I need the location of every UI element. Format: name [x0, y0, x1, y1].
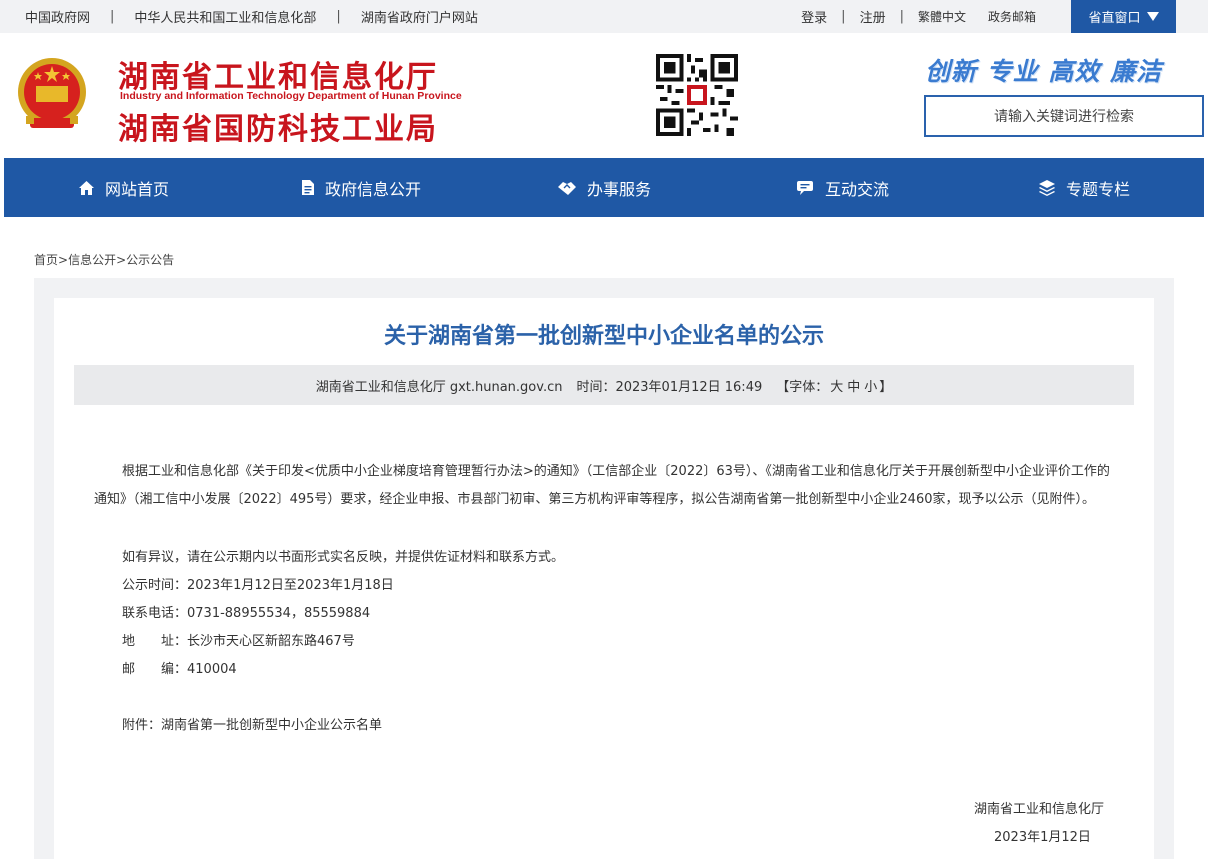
signature: 湖南省工业和信息化厅: [974, 802, 1105, 817]
article-source: 湖南省工业和信息化厅 gxt.hunan.gov.cn: [315, 379, 563, 395]
link-hunan-gov[interactable]: 湖南省政府门户网站: [361, 7, 478, 26]
slogan: 创新 专业 高效 廉洁: [925, 57, 1163, 86]
link-miit[interactable]: 中华人民共和国工业和信息化部: [134, 7, 316, 26]
address-label: 地 址：: [122, 634, 188, 649]
main-nav: 网站首页 政府信息公开 办事服务 互动交流 专题专栏: [4, 158, 1204, 217]
address: 地 址：长沙市天心区新韶东路467号: [122, 630, 355, 649]
breadcrumb-info[interactable]: 信息公开: [68, 253, 116, 267]
nav-label: 网站首页: [105, 179, 170, 199]
top-actions: 登录 | 注册 | 繁體中文 政务邮箱: [801, 0, 1036, 33]
attachment-label: 附件：: [122, 718, 162, 733]
article-time: 时间：2023年01月12日 16:49: [576, 379, 763, 395]
chat-icon: [797, 180, 813, 195]
site-subtitle-cn: 湖南省国防科技工业局: [118, 112, 438, 147]
separator: |: [899, 9, 904, 24]
link-china-gov[interactable]: 中国政府网: [25, 7, 90, 26]
breadcrumb: 首页>信息公开>公示公告: [34, 251, 174, 268]
nav-special-topics[interactable]: 专题专栏: [1038, 158, 1130, 217]
separator: |: [110, 9, 115, 24]
signature-date: 2023年1月12日: [994, 830, 1091, 845]
article-meta: 湖南省工业和信息化厅 gxt.hunan.gov.cn 时间：2023年01月1…: [74, 365, 1134, 405]
breadcrumb-sep: >: [58, 253, 69, 267]
traditional-chinese-link[interactable]: 繁體中文: [918, 8, 966, 25]
site-title-en: Industry and Information Technology Depa…: [120, 90, 462, 102]
notice-period: 公示时间：2023年1月12日至2023年1月18日: [122, 578, 394, 593]
nav-label: 办事服务: [587, 179, 652, 199]
font-large-button[interactable]: 大: [830, 376, 843, 395]
qr-code-icon: [656, 54, 738, 136]
postcode-value: 410004: [187, 662, 237, 677]
contact-phone: 联系电话：0731-88955534，85559884: [122, 606, 371, 621]
separator: |: [841, 9, 846, 24]
handshake-icon: [558, 181, 576, 195]
home-icon: [79, 180, 94, 195]
font-size-close: 】: [879, 379, 893, 395]
document-icon: [302, 180, 314, 195]
login-link[interactable]: 登录: [801, 7, 827, 26]
nav-label: 政府信息公开: [325, 179, 422, 199]
nav-services[interactable]: 办事服务: [557, 158, 651, 217]
font-medium-button[interactable]: 中: [847, 376, 860, 395]
triangle-down-icon: [1146, 12, 1159, 21]
breadcrumb-notices[interactable]: 公示公告: [126, 253, 174, 267]
breadcrumb-home[interactable]: 首页: [34, 253, 58, 267]
postcode: 邮 编：410004: [122, 658, 237, 677]
article-body: 根据工业和信息化部《关于印发<优质中小企业梯度培育管理暂行办法>的通知》（工信部…: [94, 458, 1114, 514]
nav-gov-info[interactable]: 政府信息公开: [301, 158, 421, 217]
nav-label: 互动交流: [825, 179, 890, 199]
gov-mail-link[interactable]: 政务邮箱: [988, 8, 1036, 25]
nav-label: 专题专栏: [1066, 179, 1131, 199]
nav-interaction[interactable]: 互动交流: [797, 158, 889, 217]
font-size-label: 【字体：: [776, 379, 829, 395]
attachment: 附件：湖南省第一批创新型中小企业公示名单: [122, 714, 382, 733]
article-title: 关于湖南省第一批创新型中小企业名单的公示: [383, 324, 824, 349]
address-value: 长沙市天心区新韶东路467号: [187, 634, 355, 649]
national-emblem-icon: [18, 58, 86, 128]
font-small-button[interactable]: 小: [864, 376, 877, 395]
separator: |: [336, 9, 341, 24]
layers-icon: [1039, 180, 1055, 196]
register-link[interactable]: 注册: [860, 7, 886, 26]
nav-home[interactable]: 网站首页: [78, 158, 169, 217]
paragraph: 根据工业和信息化部《关于印发<优质中小企业梯度培育管理暂行办法>的通知》（工信部…: [94, 464, 1110, 507]
search-input[interactable]: 请输入关键词进行检索: [924, 95, 1204, 137]
postcode-label: 邮 编：: [122, 662, 188, 677]
top-bar: 中国政府网 | 中华人民共和国工业和信息化部 | 湖南省政府门户网站 登录 | …: [0, 0, 1208, 33]
objection-note: 如有异议，请在公示期内以书面形式实名反映，并提供佐证材料和联系方式。: [122, 550, 565, 565]
top-links: 中国政府网 | 中华人民共和国工业和信息化部 | 湖南省政府门户网站: [25, 0, 478, 33]
breadcrumb-sep: >: [116, 253, 127, 267]
provincial-window-button[interactable]: 省直窗口: [1071, 0, 1176, 33]
window-button-label: 省直窗口: [1088, 11, 1141, 26]
attachment-link[interactable]: 湖南省第一批创新型中小企业公示名单: [161, 718, 382, 733]
